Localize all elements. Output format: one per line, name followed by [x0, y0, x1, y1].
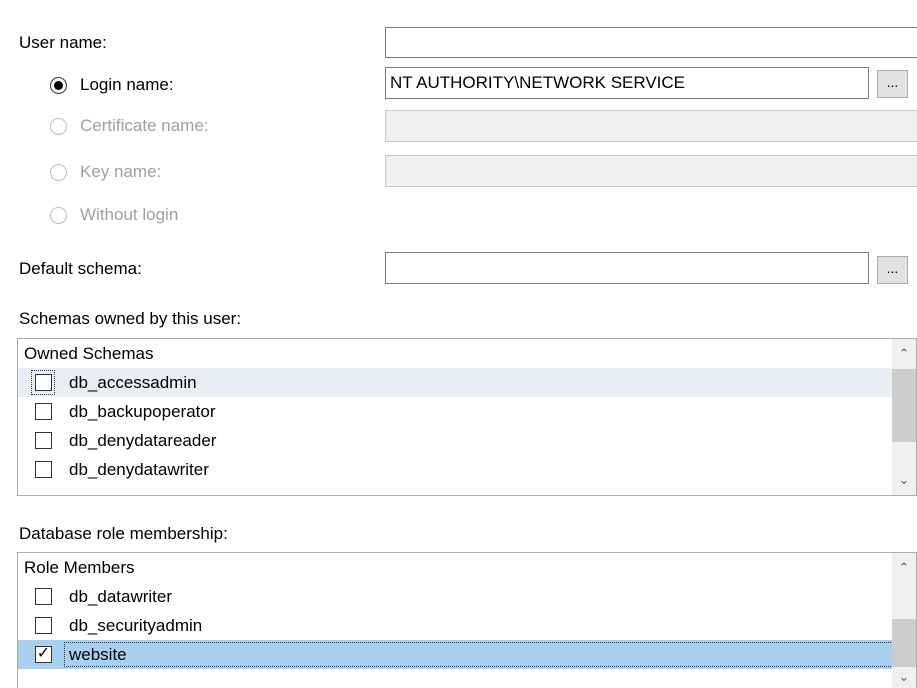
default-schema-input[interactable]	[385, 252, 869, 284]
key-name-input[interactable]	[385, 155, 917, 187]
role-members-header: Role Members	[24, 558, 135, 577]
login-name-label: Login name:	[80, 75, 174, 94]
list-item[interactable]: db_denydatareader	[18, 426, 895, 455]
role-member-name: db_securityadmin	[69, 616, 203, 635]
owned-schema-name: db_denydatareader	[69, 431, 217, 450]
list-item[interactable]: db_accessadmin	[18, 368, 895, 397]
key-name-radio[interactable]	[50, 164, 67, 181]
role-member-checkbox[interactable]: ✓	[35, 646, 52, 663]
role-member-name: db_datawriter	[69, 587, 173, 606]
default-schema-browse-button[interactable]: ...	[877, 256, 908, 284]
scrollbar-thumb[interactable]	[892, 369, 916, 442]
role-membership-label: Database role membership:	[19, 524, 228, 543]
list-item[interactable]: db_datawriter	[18, 582, 895, 611]
default-schema-label: Default schema:	[19, 259, 142, 278]
owned-schemas-scrollbar[interactable]: ⌃ ⌄	[892, 339, 916, 495]
owned-schema-name: db_denydatawriter	[69, 460, 209, 479]
chevron-down-icon[interactable]: ⌄	[892, 667, 916, 687]
role-members-list[interactable]: Role Members db_datawriter db_securityad…	[17, 552, 917, 688]
owned-schema-checkbox[interactable]	[35, 432, 52, 449]
radio-selected-dot	[54, 81, 63, 90]
certificate-name-radio[interactable]	[50, 118, 67, 135]
list-item[interactable]: db_backupoperator	[18, 397, 895, 426]
list-item[interactable]: ✓ website	[18, 640, 895, 669]
user-name-label: User name:	[19, 33, 107, 52]
owned-schema-name: db_backupoperator	[69, 402, 216, 421]
without-login-radio[interactable]	[50, 207, 67, 224]
owned-schema-checkbox[interactable]	[35, 403, 52, 420]
role-member-name: website	[69, 645, 127, 664]
role-member-checkbox[interactable]	[35, 588, 52, 605]
focus-rect	[64, 642, 895, 667]
certificate-name-label: Certificate name:	[80, 116, 209, 135]
checkmark-icon: ✓	[36, 645, 51, 662]
user-name-input[interactable]	[385, 27, 917, 58]
owned-schemas-list[interactable]: Owned Schemas db_accessadmin db_backupop…	[17, 338, 917, 496]
schemas-owned-label: Schemas owned by this user:	[19, 309, 242, 328]
owned-schema-checkbox[interactable]	[35, 461, 52, 478]
without-login-label: Without login	[80, 205, 179, 224]
chevron-down-icon[interactable]: ⌄	[892, 470, 916, 490]
chevron-up-icon[interactable]: ⌃	[892, 558, 916, 578]
role-members-scrollbar[interactable]: ⌃ ⌄	[892, 553, 916, 688]
chevron-up-icon[interactable]: ⌃	[892, 344, 916, 364]
key-name-label: Key name:	[80, 162, 162, 181]
owned-schemas-header: Owned Schemas	[24, 344, 154, 363]
list-item[interactable]: db_securityadmin	[18, 611, 895, 640]
role-member-checkbox[interactable]	[35, 617, 52, 634]
login-name-browse-button[interactable]: ...	[877, 70, 908, 98]
scrollbar-thumb[interactable]	[892, 619, 916, 667]
list-item[interactable]: db_denydatawriter	[18, 455, 895, 484]
owned-schema-name: db_accessadmin	[69, 373, 197, 392]
login-name-input[interactable]: NT AUTHORITY\NETWORK SERVICE	[385, 67, 869, 99]
login-name-radio[interactable]	[50, 77, 67, 94]
focus-rect	[31, 370, 55, 395]
certificate-name-input[interactable]	[385, 110, 917, 142]
